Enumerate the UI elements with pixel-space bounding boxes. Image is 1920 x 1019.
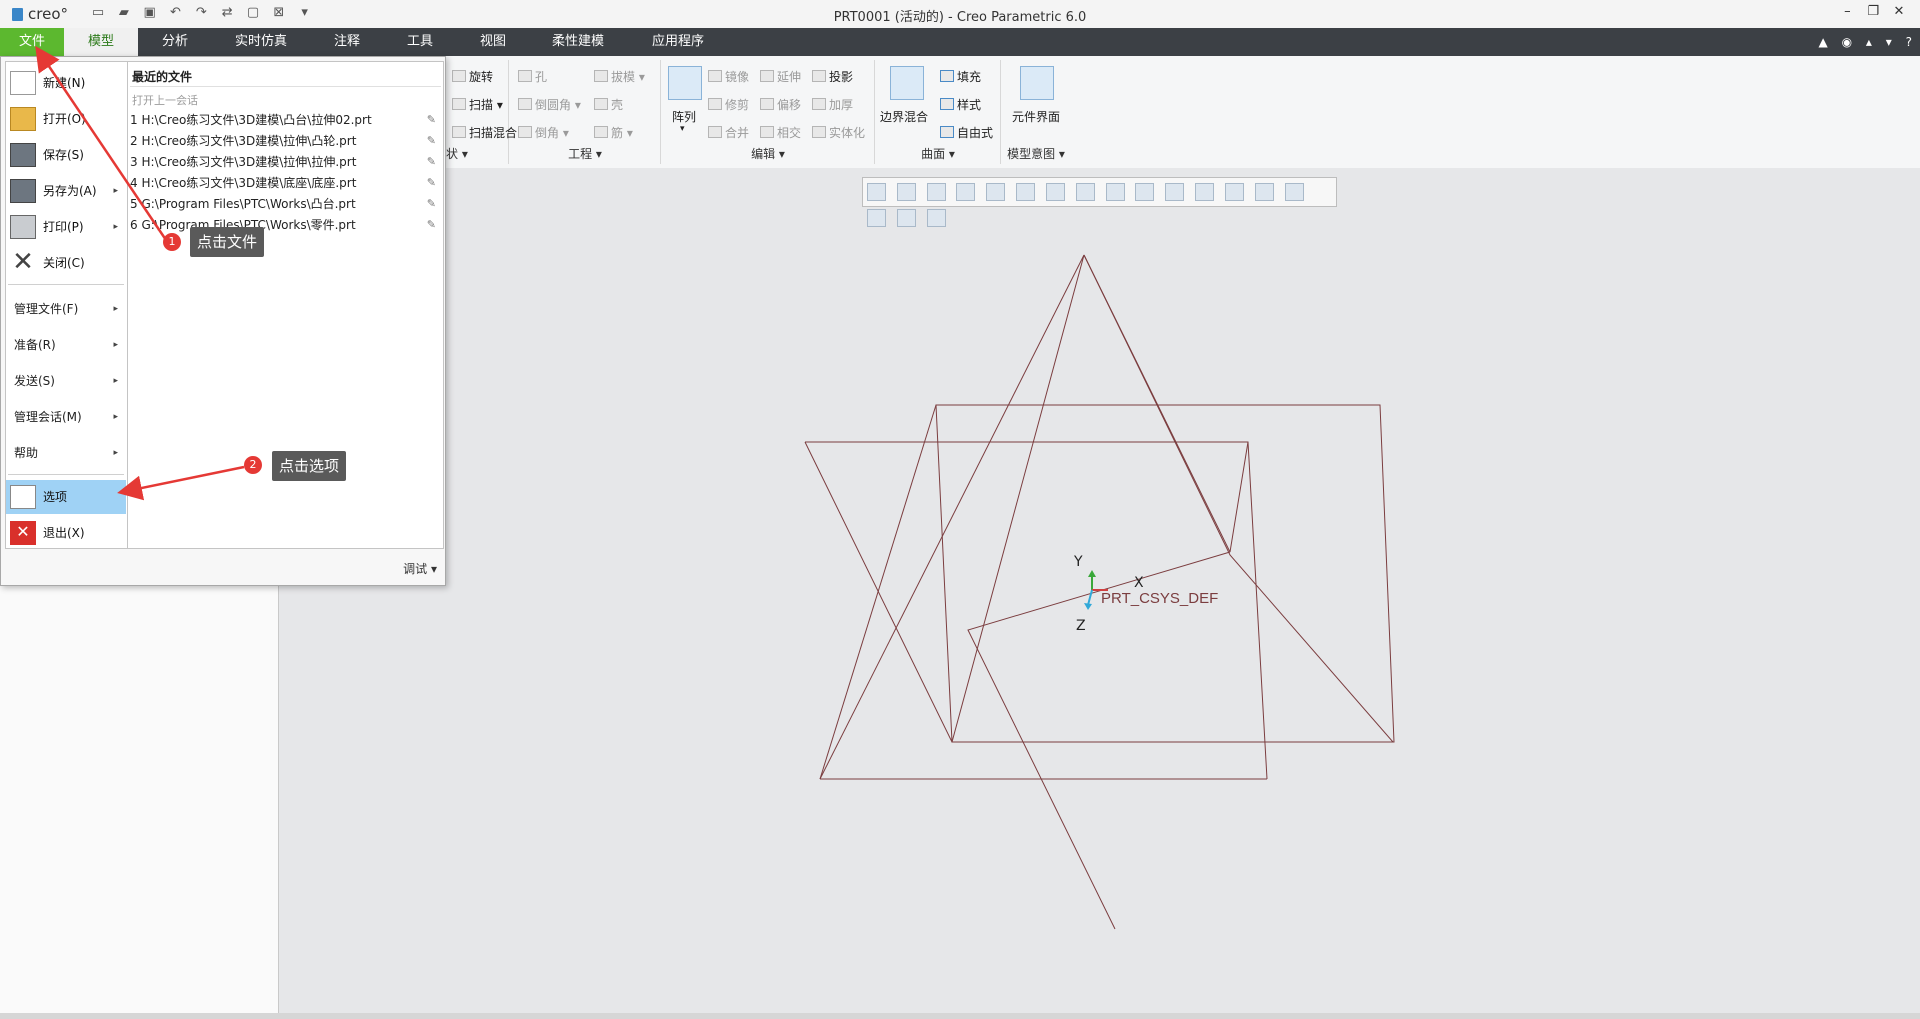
arrow-to-file-tab [35,45,168,241]
step-badge-1: 1 [163,233,181,251]
arrow-to-options [117,465,245,501]
step-badge-2: 2 [244,456,262,474]
callout-click-options: 点击选项 [272,451,347,481]
callout-click-file: 点击文件 [190,227,265,257]
annotation-arrows [35,45,245,501]
